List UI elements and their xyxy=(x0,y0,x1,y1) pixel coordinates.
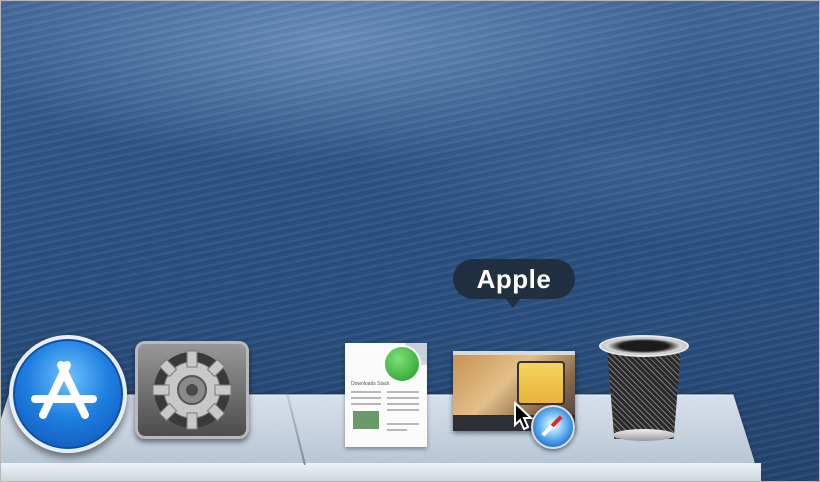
download-badge-icon xyxy=(383,345,421,383)
document-image xyxy=(353,411,379,429)
trash-icon xyxy=(607,347,681,439)
dock-item-app-store[interactable] xyxy=(9,335,127,453)
safari-icon xyxy=(531,405,575,449)
dock-item-trash[interactable] xyxy=(599,335,689,443)
app-store-icon xyxy=(31,361,97,419)
tooltip-pointer xyxy=(505,298,521,308)
dock-item-system-preferences[interactable] xyxy=(135,341,249,439)
trash-rim xyxy=(599,335,689,357)
dock-item-document[interactable]: Downloads Stack xyxy=(345,343,427,447)
dock-front-edge xyxy=(1,463,761,481)
mouse-pointer-icon xyxy=(514,401,534,431)
thumbnail-device-image xyxy=(517,361,565,405)
document-title: Downloads Stack xyxy=(351,381,390,387)
gear-icon xyxy=(152,350,232,430)
screen: Downloads Stack Apple xyxy=(0,0,820,482)
trash-base xyxy=(613,429,675,441)
dock-tooltip: Apple xyxy=(453,259,575,299)
